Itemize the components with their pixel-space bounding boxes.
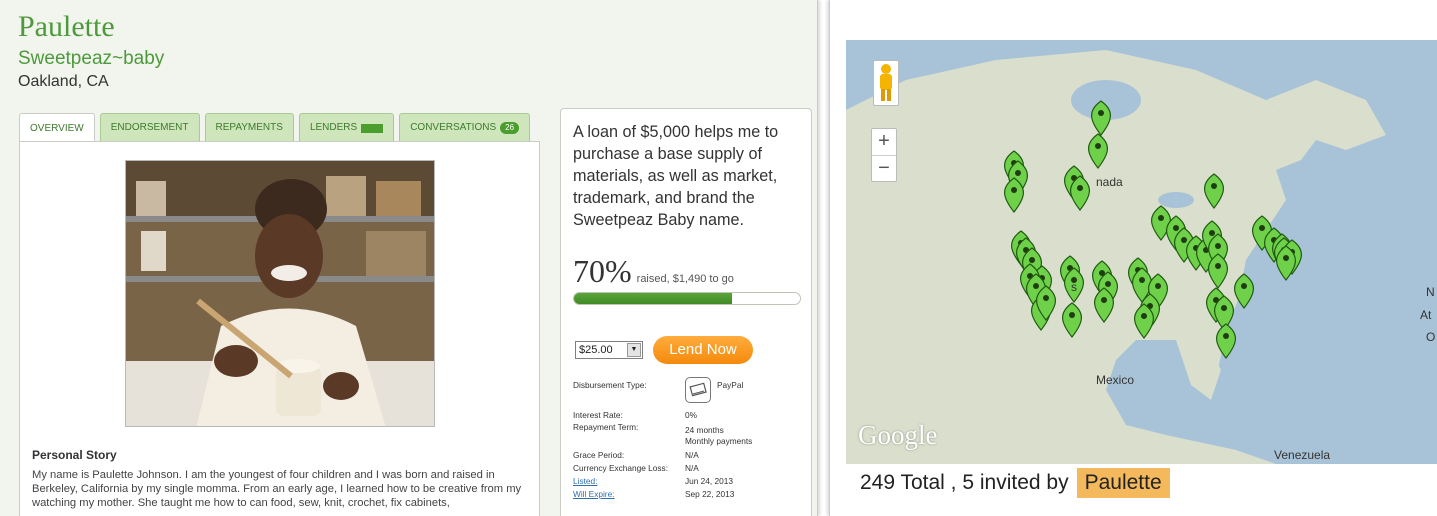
tab-label: REPAYMENTS (215, 122, 283, 133)
lender-total-text: 249 Total , 5 invited by (860, 471, 1069, 494)
chevron-down-icon: ▼ (627, 343, 641, 357)
overview-card: Personal Story My name is Paulette Johns… (19, 141, 540, 516)
tab-label: ENDORSEMENT (110, 122, 189, 133)
personal-story-text: My name is Paulette Johnson. I am the yo… (32, 469, 522, 509)
currency-exchange-loss-label: Currency Exchange Loss: (573, 463, 669, 473)
lender-map-panel: + − nada s Mexico Venezuela N At O Googl… (829, 0, 1437, 516)
funding-progress-bar (573, 292, 801, 305)
lender-marker-dot (1105, 281, 1111, 287)
map-label-venezuela: Venezuela (1274, 448, 1331, 462)
street-view-pegman-icon[interactable] (873, 60, 899, 106)
tab-overview[interactable]: OVERVIEW (19, 113, 95, 143)
lender-marker-dot (1029, 257, 1035, 263)
interest-rate-label: Interest Rate: (573, 410, 623, 420)
business-name: Sweetpeaz~baby (18, 48, 165, 69)
borrower-name: Paulette (18, 10, 115, 43)
interest-rate-value: 0% (685, 410, 697, 420)
disbursement-type-value: PayPal (717, 380, 744, 390)
lender-map[interactable]: + − nada s Mexico Venezuela N At O Googl… (846, 40, 1437, 464)
tab-conversations[interactable]: CONVERSATIONS 26 (399, 113, 531, 142)
profile-tabs: OVERVIEW ENDORSEMENT REPAYMENTS LENDERS … (19, 113, 531, 143)
listed-link[interactable]: Listed: (573, 476, 597, 486)
zoom-out-button[interactable]: − (872, 155, 896, 181)
inviter-name-highlight: Paulette (1076, 468, 1170, 498)
lender-marker-dot (1221, 305, 1227, 311)
funded-percent: 70% (573, 253, 632, 289)
lender-marker-dot (1015, 170, 1021, 176)
map-label-atlantic-2: At (1420, 308, 1432, 322)
lender-marker-dot (1155, 283, 1161, 289)
lender-marker-dot (1209, 230, 1215, 236)
tab-label: LENDERS (309, 122, 358, 133)
tab-label: OVERVIEW (30, 122, 84, 134)
loan-summary-card: A loan of $5,000 helps me to purchase a … (560, 108, 812, 516)
funding-status: 70% raised, $1,490 to go (573, 253, 734, 290)
funded-remaining: raised, $1,490 to go (636, 273, 734, 285)
map-zoom-control: + − (871, 128, 897, 182)
lender-marker-dot (1077, 185, 1083, 191)
lend-now-button[interactable]: Lend Now (653, 336, 753, 364)
tab-endorsement[interactable]: ENDORSEMENT (99, 113, 200, 142)
conversations-count-badge: 26 (500, 122, 520, 134)
lender-marker-dot (1158, 215, 1164, 221)
lender-marker-dot (1215, 243, 1221, 249)
borrower-location: Oakland, CA (18, 73, 109, 90)
repayment-schedule-value: Monthly payments (685, 436, 753, 446)
repayment-term-label: Repayment Term: (573, 422, 639, 432)
lender-marker-dot (1173, 225, 1179, 231)
will-expire-link[interactable]: Will Expire: (573, 489, 615, 499)
loan-use-description: A loan of $5,000 helps me to purchase a … (573, 123, 779, 229)
lender-marker-dot (1139, 277, 1145, 283)
map-label-atlantic-1: N (1426, 285, 1435, 299)
lender-marker-dot (1141, 313, 1147, 319)
lender-marker-dot (1101, 297, 1107, 303)
grace-period-value: N/A (685, 450, 699, 460)
personal-story-heading: Personal Story (32, 448, 117, 462)
listed-date: Jun 24, 2013 (685, 476, 733, 486)
repayment-term-value: 24 months (685, 425, 724, 435)
disbursement-type-label: Disbursement Type: (573, 380, 647, 390)
currency-exchange-loss-value: N/A (685, 463, 699, 473)
lender-marker-dot (1043, 295, 1049, 301)
map-summary: 249 Total , 5 invited by Paulette (860, 468, 1170, 498)
map-canvas (846, 40, 1437, 464)
lender-marker-dot (1223, 333, 1229, 339)
map-label-mexico: Mexico (1096, 373, 1135, 387)
map-label-canada: nada (1096, 175, 1123, 189)
lender-marker-dot (1095, 143, 1101, 149)
map-label-s: s (1071, 280, 1077, 294)
lender-marker-dot (1283, 255, 1289, 261)
lender-marker-dot (1215, 263, 1221, 269)
zoom-in-button[interactable]: + (872, 129, 896, 155)
borrower-photo (125, 160, 435, 427)
lender-marker-dot (1098, 110, 1104, 116)
expire-date: Sep 22, 2013 (685, 489, 735, 499)
lender-marker-dot (1259, 225, 1265, 231)
funding-progress-fill (574, 293, 733, 304)
google-logo: Google (858, 420, 938, 450)
lenders-count-bar (361, 123, 384, 133)
lender-marker-dot (1241, 283, 1247, 289)
map-label-atlantic-3: O (1426, 330, 1436, 344)
paypal-icon (685, 377, 711, 403)
tab-repayments[interactable]: REPAYMENTS (204, 113, 294, 142)
lend-amount-value: $25.00 (579, 344, 613, 356)
lender-marker-dot (1069, 312, 1075, 318)
lend-amount-select[interactable]: $25.00 ▼ (575, 341, 643, 359)
lender-marker-dot (1211, 183, 1217, 189)
lender-marker-dot (1181, 237, 1187, 243)
lender-marker-dot (1011, 187, 1017, 193)
loan-profile-panel: Paulette Sweetpeaz~baby Oakland, CA OVER… (0, 0, 818, 516)
grace-period-label: Grace Period: (573, 450, 625, 460)
tab-label: CONVERSATIONS (410, 122, 497, 133)
tab-lenders[interactable]: LENDERS (298, 113, 395, 142)
lender-marker-dot (1033, 283, 1039, 289)
